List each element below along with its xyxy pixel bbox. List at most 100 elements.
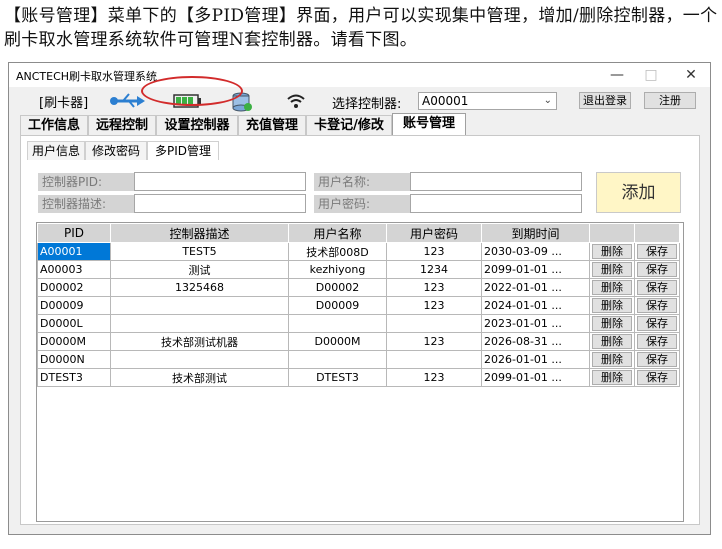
cell-user[interactable]: kezhiyong (288, 260, 387, 279)
cell-user[interactable] (288, 314, 387, 333)
username-label: 用户名称: (314, 173, 410, 191)
table-row[interactable]: A00003 测试 kezhiyong 1234 2099-01-01 ... 删除 保存 (37, 260, 680, 279)
cell-save: 保存 (634, 332, 680, 351)
cell-expire[interactable]: 2023-01-01 ... (481, 314, 590, 333)
tab-remote-control[interactable]: 远程控制 (88, 115, 156, 135)
cell-pwd[interactable]: 123 (386, 296, 482, 315)
cell-pwd[interactable]: 123 (386, 332, 482, 351)
cell-pid[interactable]: A00001 (37, 242, 111, 261)
save-button[interactable]: 保存 (637, 280, 677, 295)
cell-expire[interactable]: 2099-01-01 ... (481, 368, 590, 387)
save-button[interactable]: 保存 (637, 244, 677, 259)
tab-account[interactable]: 账号管理 (392, 113, 466, 135)
col-header-expire: 到期时间 (481, 223, 590, 243)
maximize-button[interactable]: □ (631, 65, 671, 85)
cell-pwd[interactable] (386, 314, 482, 333)
cell-desc[interactable] (110, 296, 289, 315)
subtab-change-password[interactable]: 修改密码 (85, 141, 147, 160)
cell-pid[interactable]: D0000M (37, 332, 111, 351)
cell-expire[interactable]: 2026-01-01 ... (481, 350, 590, 369)
cell-user[interactable]: DTEST3 (288, 368, 387, 387)
register-button[interactable]: 注册 (644, 92, 696, 109)
cell-pwd[interactable]: 123 (386, 242, 482, 261)
cell-save: 保存 (634, 296, 680, 315)
cell-pid[interactable]: DTEST3 (37, 368, 111, 387)
close-button[interactable]: ✕ (671, 65, 711, 85)
cell-pwd[interactable]: 123 (386, 278, 482, 297)
cell-expire[interactable]: 2030-03-09 ... (481, 242, 590, 261)
table-row[interactable]: D00002 1325468 D00002 123 2022-01-01 ... 删除 保存 (37, 278, 680, 297)
cell-desc[interactable]: 技术部测试 (110, 368, 289, 387)
cell-user[interactable] (288, 350, 387, 369)
cell-expire[interactable]: 2026-08-31 ... (481, 332, 590, 351)
controller-select-value: A00001 (422, 94, 469, 108)
tab-recharge[interactable]: 充值管理 (238, 115, 306, 135)
cell-pid[interactable]: D00002 (37, 278, 111, 297)
table-row[interactable]: D0000M 技术部测试机器 D0000M 123 2026-08-31 ... 删除 保存 (37, 332, 680, 351)
desc-input[interactable] (134, 194, 306, 213)
cell-desc[interactable]: 1325468 (110, 278, 289, 297)
caption-text: 【账号管理】菜单下的【多PID管理】界面，用户可以实现集中管理，增加/删除控制器… (4, 6, 718, 50)
delete-button[interactable]: 删除 (592, 298, 632, 313)
cell-pid[interactable]: D00009 (37, 296, 111, 315)
cell-pwd[interactable]: 1234 (386, 260, 482, 279)
cell-pwd[interactable]: 123 (386, 368, 482, 387)
save-button[interactable]: 保存 (637, 334, 677, 349)
cell-desc[interactable]: TEST5 (110, 242, 289, 261)
subtab-multi-pid[interactable]: 多PID管理 (147, 141, 219, 160)
password-input[interactable] (410, 194, 582, 213)
table-header-row: PID 控制器描述 用户名称 用户密码 到期时间 (37, 223, 680, 243)
cell-expire[interactable]: 2022-01-01 ... (481, 278, 590, 297)
cell-user[interactable]: D00009 (288, 296, 387, 315)
table-row[interactable]: D0000N 2026-01-01 ... 删除 保存 (37, 350, 680, 369)
delete-button[interactable]: 删除 (592, 352, 632, 367)
tab-settings[interactable]: 设置控制器 (156, 115, 238, 135)
table-row[interactable]: D0000L 2023-01-01 ... 删除 保存 (37, 314, 680, 333)
cell-user[interactable]: D00002 (288, 278, 387, 297)
username-input[interactable] (410, 172, 582, 191)
cell-desc[interactable] (110, 314, 289, 333)
save-button[interactable]: 保存 (637, 298, 677, 313)
tab-work-info[interactable]: 工作信息 (20, 115, 88, 135)
cell-desc[interactable]: 测试 (110, 260, 289, 279)
col-header-user: 用户名称 (288, 223, 387, 243)
tab-card-register[interactable]: 卡登记/修改 (306, 115, 392, 135)
cell-user[interactable]: 技术部008D (288, 242, 387, 261)
delete-button[interactable]: 删除 (592, 244, 632, 259)
cell-desc[interactable]: 技术部测试机器 (110, 332, 289, 351)
password-label: 用户密码: (314, 195, 410, 213)
delete-button[interactable]: 删除 (592, 334, 632, 349)
cell-save: 保存 (634, 350, 680, 369)
toolbar: [刷卡器] 选择控制器: A00001 ⌄ 退出登录 注册 (9, 87, 710, 115)
logout-button[interactable]: 退出登录 (579, 92, 631, 109)
cell-pid[interactable]: D0000N (37, 350, 111, 369)
table-row[interactable]: D00009 D00009 123 2024-01-01 ... 删除 保存 (37, 296, 680, 315)
delete-button[interactable]: 删除 (592, 370, 632, 385)
table-row[interactable]: A00001 TEST5 技术部008D 123 2030-03-09 ... 删除 保存 (37, 242, 680, 261)
table: PID 控制器描述 用户名称 用户密码 到期时间 A00001 TEST5 技术部0… (37, 223, 680, 387)
col-header-pid: PID (37, 223, 111, 243)
save-button[interactable]: 保存 (637, 316, 677, 331)
save-button[interactable]: 保存 (637, 262, 677, 277)
col-header-delete (589, 223, 635, 243)
cell-expire[interactable]: 2099-01-01 ... (481, 260, 590, 279)
controller-select[interactable]: A00001 ⌄ (418, 92, 557, 110)
add-button[interactable]: 添加 (596, 172, 681, 213)
save-button[interactable]: 保存 (637, 352, 677, 367)
title-bar: ANCTECH刷卡取水管理系统 — □ ✕ (9, 63, 710, 87)
cell-pid[interactable]: A00003 (37, 260, 111, 279)
cell-pwd[interactable] (386, 350, 482, 369)
select-controller-label: 选择控制器: (332, 97, 402, 112)
subtab-user-info[interactable]: 用户信息 (27, 141, 85, 160)
cell-pid[interactable]: D0000L (37, 314, 111, 333)
pid-input[interactable] (134, 172, 306, 191)
delete-button[interactable]: 删除 (592, 262, 632, 277)
table-row[interactable]: DTEST3 技术部测试 DTEST3 123 2099-01-01 ... 删除 保存 (37, 368, 680, 387)
cell-desc[interactable] (110, 350, 289, 369)
cell-user[interactable]: D0000M (288, 332, 387, 351)
delete-button[interactable]: 删除 (592, 280, 632, 295)
cell-save: 保存 (634, 278, 680, 297)
save-button[interactable]: 保存 (637, 370, 677, 385)
cell-expire[interactable]: 2024-01-01 ... (481, 296, 590, 315)
delete-button[interactable]: 删除 (592, 316, 632, 331)
